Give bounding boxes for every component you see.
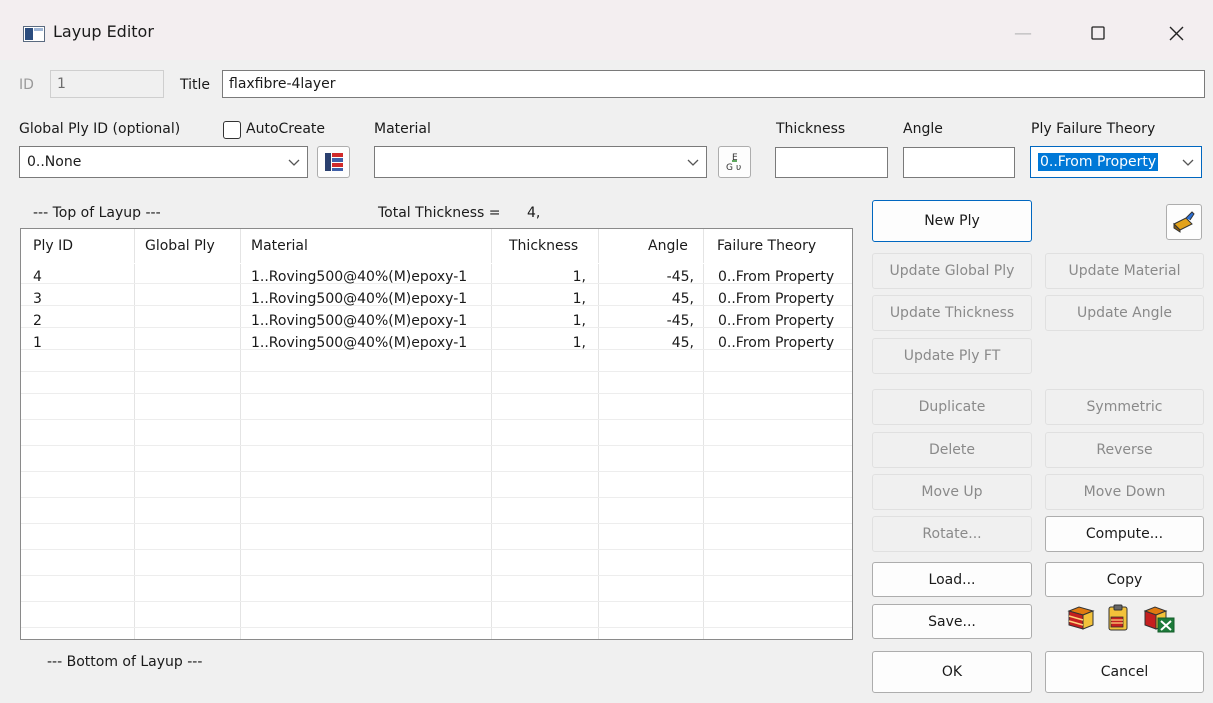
table-cell-failure-theory[interactable]: 0..From Property [718,312,834,330]
layup-app-icon [23,26,45,42]
table-cell-ply-id[interactable]: 2 [33,312,42,330]
global-ply-label: Global Ply ID (optional) [19,121,181,137]
copy-button[interactable]: Copy [1045,562,1204,597]
autocreate-label: AutoCreate [246,121,326,137]
table-cell-thickness[interactable]: 1, [573,290,586,308]
compute-button[interactable]: Compute... [1045,516,1204,552]
material-select[interactable] [374,146,707,178]
id-label: ID [19,77,34,93]
total-thickness-value: 4, [527,205,541,221]
reverse-button[interactable]: Reverse [1045,432,1204,468]
update-global-ply-button[interactable]: Update Global Ply [872,253,1032,289]
table-cell-thickness[interactable]: 1, [573,312,586,330]
table-cell-material[interactable]: 1..Roving500@40%(M)epoxy-1 [251,290,467,308]
table-cell-angle[interactable]: -45, [667,268,694,286]
layer-list-icon [324,153,343,171]
duplicate-button[interactable]: Duplicate [872,389,1032,425]
column-header-material[interactable]: Material [251,238,308,254]
material-picker-button[interactable]: E G υ [718,146,751,178]
maximize-button[interactable] [1078,18,1118,48]
thickness-label: Thickness [776,121,846,137]
material-EGv-icon: E G υ [726,153,741,173]
rotate-button[interactable]: Rotate... [872,516,1032,552]
ply-failure-select[interactable]: 0..From Property [1030,146,1202,178]
move-down-button[interactable]: Move Down [1045,474,1204,510]
column-header-angle[interactable]: Angle [648,238,688,254]
export-excel-button[interactable] [1142,603,1176,633]
id-field: 1 [50,70,164,98]
ply-table[interactable]: Ply ID Global Ply Material Thickness Ang… [20,228,853,640]
table-cell-material[interactable]: 1..Roving500@40%(M)epoxy-1 [251,268,467,286]
update-thickness-button[interactable]: Update Thickness [872,295,1032,331]
close-button[interactable] [1156,18,1196,48]
table-cell-material[interactable]: 1..Roving500@40%(M)epoxy-1 [251,312,467,330]
table-cell-ply-id[interactable]: 3 [33,290,42,308]
edit-ply-button[interactable] [1166,204,1202,240]
thickness-input[interactable] [775,147,888,178]
close-icon [1169,26,1183,40]
title-label: Title [180,77,211,93]
excel-export-icon [1143,606,1175,633]
ply-failure-label: Ply Failure Theory [1031,121,1156,137]
clipboard-icon [1108,604,1128,631]
move-up-button[interactable]: Move Up [872,474,1032,510]
window-title: Layup Editor [53,22,154,41]
maximize-icon [1091,26,1105,40]
global-ply-picker-button[interactable] [317,146,350,178]
cancel-button[interactable]: Cancel [1045,651,1204,693]
bottom-of-layup-label: --- Bottom of Layup --- [47,654,203,670]
svg-text:G: G [726,163,733,173]
table-cell-angle[interactable]: -45, [667,312,694,330]
table-cell-ply-id[interactable]: 1 [33,334,42,352]
delete-button[interactable]: Delete [872,432,1032,468]
material-label: Material [374,121,431,137]
global-ply-select[interactable]: 0..None [19,146,308,178]
autocreate-checkbox[interactable] [223,121,241,139]
table-cell-angle[interactable]: 45, [672,290,694,308]
title-input[interactable]: flaxfibre-4layer [222,70,1205,98]
ok-button[interactable]: OK [872,651,1032,693]
chevron-down-icon [1182,159,1194,166]
table-cell-thickness[interactable]: 1, [573,268,586,286]
chevron-down-icon [687,159,699,166]
paste-button[interactable] [1103,603,1133,633]
angle-label: Angle [903,121,943,137]
column-header-failure-theory[interactable]: Failure Theory [717,238,816,254]
table-cell-failure-theory[interactable]: 0..From Property [718,268,834,286]
table-cell-ply-id[interactable]: 4 [33,268,42,286]
table-cell-angle[interactable]: 45, [672,334,694,352]
save-button[interactable]: Save... [872,604,1032,639]
table-cell-failure-theory[interactable]: 0..From Property [718,334,834,352]
angle-input[interactable] [903,147,1015,178]
column-header-thickness[interactable]: Thickness [509,238,578,254]
paint-brush-icon [1173,211,1195,233]
column-header-global-ply[interactable]: Global Ply [145,238,215,254]
svg-text:υ: υ [736,163,741,173]
update-angle-button[interactable]: Update Angle [1045,295,1204,331]
load-button[interactable]: Load... [872,562,1032,597]
minimize-button[interactable]: — [1003,18,1043,48]
new-ply-button[interactable]: New Ply [872,200,1032,242]
update-material-button[interactable]: Update Material [1045,253,1204,289]
update-ply-ft-button[interactable]: Update Ply FT [872,338,1032,374]
layers-button[interactable] [1066,603,1096,633]
total-thickness-label: Total Thickness = [378,205,501,221]
table-cell-material[interactable]: 1..Roving500@40%(M)epoxy-1 [251,334,467,352]
layers-icon [1067,606,1095,630]
table-cell-thickness[interactable]: 1, [573,334,586,352]
table-cell-failure-theory[interactable]: 0..From Property [718,290,834,308]
column-header-ply-id[interactable]: Ply ID [33,238,73,254]
symmetric-button[interactable]: Symmetric [1045,389,1204,425]
top-of-layup-label: --- Top of Layup --- [33,205,161,221]
chevron-down-icon [288,159,300,166]
